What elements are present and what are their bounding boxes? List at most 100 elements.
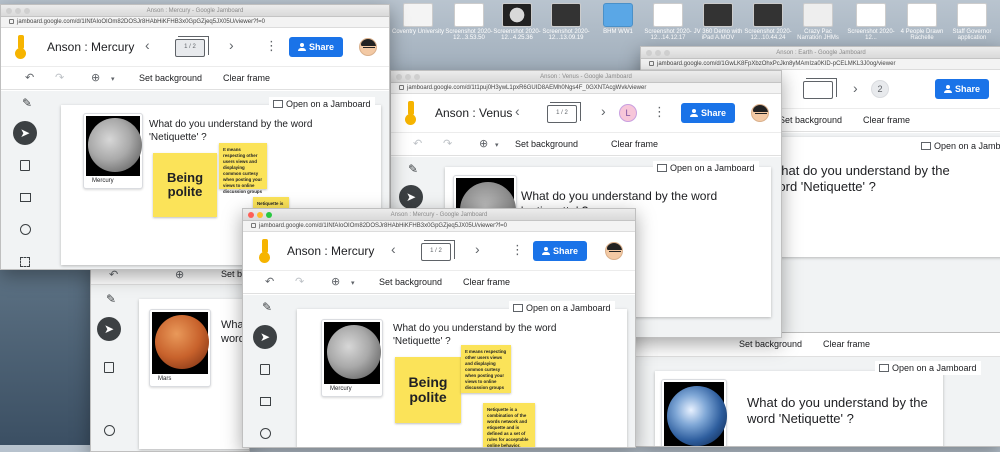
jamboard-logo-icon[interactable] [405, 101, 419, 125]
set-background-button[interactable]: Set background [515, 139, 578, 149]
previous-frame-chevron-icon[interactable]: ‹ [391, 241, 396, 257]
clear-frame-button[interactable]: Clear frame [823, 339, 870, 349]
set-background-button[interactable]: Set background [379, 277, 442, 287]
share-button[interactable]: Share [935, 79, 989, 99]
select-tool-icon[interactable]: ➤ [253, 325, 277, 349]
desktop-icon-screenshot-4[interactable]: Screenshot 2020-12...14.12.17 [642, 3, 694, 41]
desktop-icon-screenshot-5[interactable]: Screenshot 2020-12...10.44.24 [742, 3, 794, 41]
account-avatar[interactable] [751, 104, 769, 122]
shape-tool-icon[interactable] [97, 418, 121, 442]
board-title[interactable]: Anson : Mercury [287, 244, 374, 258]
zoom-icon[interactable]: ⊕ [479, 137, 488, 150]
jamboard-frame[interactable]: Mars Wha word [139, 299, 249, 449]
desktop-icon-screenshot-2[interactable]: Screenshot 2020-12...4.25.36 [491, 3, 543, 41]
next-frame-chevron-icon[interactable]: › [475, 241, 480, 257]
frame-indicator[interactable]: 1 / 2 [421, 240, 455, 261]
desktop-icon-screenshot-6[interactable]: Screenshot 2020-12... [845, 3, 897, 41]
jamboard-frame[interactable]: What do you understand by the word 'Neti… [761, 137, 1000, 257]
planet-image-card[interactable]: Mercury [321, 319, 383, 397]
undo-icon[interactable]: ↶ [25, 71, 34, 84]
desktop-icon-video[interactable]: JV 360 Demo with iPad A.MOV [692, 3, 744, 41]
more-options-icon[interactable]: ⋮ [511, 242, 524, 258]
desktop-icon-drawing[interactable]: 4 People Drawn Rachelle [896, 3, 948, 41]
desktop-icon-coventry[interactable]: Coventry University [392, 3, 444, 35]
sticky-note-being-polite[interactable]: Being polite [153, 153, 217, 217]
open-on-jamboard-button[interactable]: Open on a Jamboard [509, 301, 615, 315]
desktop-icon-music[interactable]: Crazy Pac Narration JHMs [792, 3, 844, 41]
account-avatar[interactable] [605, 242, 623, 260]
url-bar[interactable]: jamboard.google.com/d/1GwLK8FpXbzOhxPcJk… [641, 59, 1000, 70]
frame-indicator[interactable]: 1 / 2 [547, 102, 581, 123]
window-controls[interactable] [6, 8, 30, 14]
desktop-icon-document[interactable]: Staff Governor application [946, 3, 998, 41]
sticky-note-being-polite[interactable]: Being polite [395, 357, 461, 423]
set-background-button[interactable]: Set background [779, 115, 842, 125]
window-controls[interactable] [646, 50, 670, 56]
open-on-jamboard-button[interactable]: Open on a Jamboard [917, 139, 1000, 153]
window-controls[interactable] [396, 74, 420, 80]
minimize-window-icon[interactable] [257, 212, 263, 218]
frame-indicator[interactable]: 1 / 2 [175, 36, 209, 57]
zoom-dropdown-icon[interactable]: ▾ [351, 279, 355, 287]
share-button[interactable]: Share [681, 103, 735, 123]
pen-tool-icon[interactable]: ✎ [99, 287, 123, 311]
board-title[interactable]: Anson : Venus [435, 106, 512, 120]
image-tool-icon[interactable] [13, 185, 37, 209]
redo-icon[interactable]: ↷ [443, 137, 452, 150]
share-button[interactable]: Share [533, 241, 587, 261]
zoom-icon[interactable]: ⊕ [91, 71, 100, 84]
jamboard-logo-icon[interactable] [259, 239, 273, 263]
url-bar[interactable]: jamboard.google.com/d/1INfAIoOIOm82DOSJr… [1, 17, 389, 28]
zoom-dropdown-icon[interactable]: ▾ [495, 141, 499, 149]
zoom-window-icon[interactable] [266, 212, 272, 218]
pen-tool-icon[interactable]: ✎ [401, 157, 425, 181]
planet-image-card[interactable] [661, 379, 727, 446]
url-bar[interactable]: jamboard.google.com/d/1INfAIoOIOm82DOSJr… [243, 221, 635, 232]
desktop-icon-screenshot-3[interactable]: Screenshot 2020-12...13.09.19 [540, 3, 592, 41]
select-tool-icon[interactable]: ➤ [13, 121, 37, 145]
next-frame-chevron-icon[interactable]: › [601, 103, 606, 119]
next-frame-chevron-icon[interactable]: › [229, 37, 234, 53]
sticky-note-definition[interactable]: It means respecting other users views an… [219, 143, 267, 194]
close-window-icon[interactable] [248, 212, 254, 218]
shape-tool-icon[interactable] [253, 421, 277, 445]
more-options-icon[interactable]: ⋮ [265, 38, 278, 54]
next-frame-chevron-icon[interactable]: › [853, 80, 858, 96]
desktop-icon-folder-bhm[interactable]: BHM WW1 [592, 3, 644, 35]
set-background-button[interactable]: Set background [739, 339, 802, 349]
open-on-jamboard-button[interactable]: Open on a Jamboard [269, 97, 375, 111]
sticky-note-tool-icon[interactable] [97, 355, 121, 379]
undo-icon[interactable]: ↶ [413, 137, 422, 150]
sticky-note-tool-icon[interactable] [13, 153, 37, 177]
set-background-button[interactable]: Set background [139, 73, 202, 83]
planet-image-card[interactable]: Mercury [83, 113, 143, 189]
jamboard-logo-icon[interactable] [15, 35, 29, 59]
window-controls[interactable] [248, 212, 272, 218]
clear-frame-button[interactable]: Clear frame [863, 115, 910, 125]
board-title[interactable]: Anson : Mercury [47, 40, 134, 54]
clear-frame-button[interactable]: Clear frame [223, 73, 270, 83]
more-options-icon[interactable]: ⋮ [653, 104, 666, 120]
previous-frame-chevron-icon[interactable]: ‹ [145, 37, 150, 53]
url-bar[interactable]: jamboard.google.com/d/1t1puj0H3ywL1pxR6G… [391, 83, 781, 94]
user-avatar-letter[interactable]: L [619, 104, 637, 122]
clear-frame-button[interactable]: Clear frame [463, 277, 510, 287]
desktop-icon-screenshot-1[interactable]: Screenshot 2020-12...3.53.50 [443, 3, 495, 41]
jamboard-frame[interactable]: What do you understand by the word 'Neti… [655, 371, 943, 446]
planet-image-card[interactable]: Mars [149, 309, 211, 387]
account-avatar[interactable] [359, 38, 377, 56]
zoom-icon[interactable]: ⊕ [331, 275, 340, 288]
open-on-jamboard-button[interactable]: Open on a Jamboard [653, 161, 759, 175]
select-box-tool-icon[interactable] [13, 249, 37, 269]
sticky-note-definition[interactable]: It means respecting other users views an… [461, 345, 511, 393]
share-button[interactable]: Share [289, 37, 343, 57]
sticky-note-netiquette[interactable]: Netiquette is a combination of the words… [483, 403, 535, 447]
redo-icon[interactable]: ↷ [295, 275, 304, 288]
image-tool-icon[interactable] [253, 389, 277, 413]
clear-frame-button[interactable]: Clear frame [611, 139, 658, 149]
jamboard-frame[interactable]: Mercury What do you understand by the wo… [297, 309, 627, 447]
open-on-jamboard-button[interactable]: Open on a Jamboard [875, 361, 981, 375]
zoom-dropdown-icon[interactable]: ▾ [111, 75, 115, 83]
pen-tool-icon[interactable]: ✎ [255, 295, 279, 319]
shape-tool-icon[interactable] [13, 217, 37, 241]
